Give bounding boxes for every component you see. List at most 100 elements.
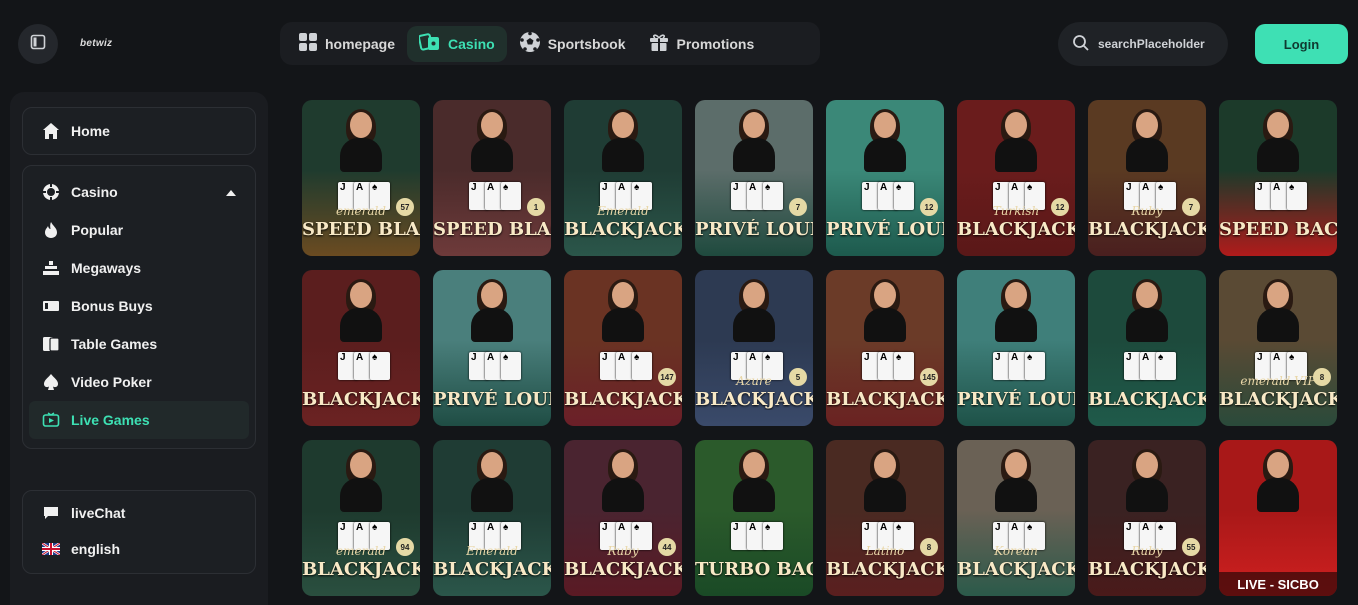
chevron-up-icon[interactable] xyxy=(225,184,237,200)
dealer-image xyxy=(469,109,515,172)
game-title: BLACKJACK xyxy=(957,559,1075,580)
sidebar-item-table-games[interactable]: Table Games xyxy=(23,325,255,363)
sidebar-item-megaways[interactable]: Megaways xyxy=(23,249,255,287)
game-tile[interactable]: J A ♠ BLACKJACK 147 xyxy=(564,270,682,426)
game-subtitle: Emerald xyxy=(466,544,518,558)
sidebar-footer-box: liveChat english xyxy=(22,490,256,574)
search-placeholder: searchPlaceholder xyxy=(1098,37,1205,51)
game-tile[interactable]: JA♠ SPEED BACCARAT xyxy=(1219,100,1337,256)
playing-cards-icon: J A ♠ xyxy=(993,352,1045,380)
game-tile[interactable]: J A ♠ Latino BLACKJACK 8 xyxy=(826,440,944,596)
game-title: BLACKJACK xyxy=(564,219,682,240)
dealer-image xyxy=(993,279,1039,342)
nav-promotions[interactable]: Promotions xyxy=(637,26,766,62)
game-title: BLACKJACK xyxy=(1088,389,1206,410)
sidebar-item-casino[interactable]: Casino xyxy=(23,173,255,211)
dealer-image xyxy=(1255,449,1301,512)
game-title: BLACKJACK xyxy=(302,389,420,410)
dealer-image xyxy=(862,449,908,512)
game-tile[interactable]: J A ♠ Ruby BLACKJACK 55 xyxy=(1088,440,1206,596)
game-title: BLACKJACK xyxy=(826,389,944,410)
player-count-badge: 7 xyxy=(789,198,807,216)
sidebar-item-popular[interactable]: Popular xyxy=(23,211,255,249)
main-nav: homepage Casino Sportsbook Promotions xyxy=(280,22,820,65)
flame-icon xyxy=(41,221,61,239)
sidebar-item-livechat[interactable]: liveChat xyxy=(23,495,255,531)
dealer-image xyxy=(731,109,777,172)
player-count-badge: 8 xyxy=(1313,368,1331,386)
language-selector[interactable]: english xyxy=(23,531,255,567)
dealer-image xyxy=(862,279,908,342)
sidebar-item-video-poker[interactable]: Video Poker xyxy=(23,363,255,401)
player-count-badge: 44 xyxy=(658,538,676,556)
game-tile[interactable]: JA♠ SPEED BLACKJACK 1 xyxy=(433,100,551,256)
player-count-badge: 145 xyxy=(920,368,938,386)
playing-cards-icon: J A ♠ xyxy=(469,182,521,210)
game-tile[interactable]: J A ♠ Korean BLACKJACK xyxy=(957,440,1075,596)
megaways-icon xyxy=(41,260,61,276)
brand-logo[interactable]: betwiz xyxy=(80,38,112,49)
game-tile[interactable]: JA♠ PRIVÉ LOUNGE BACCARAT xyxy=(433,270,551,426)
dealer-image xyxy=(469,279,515,342)
sidebar-toggle-button[interactable] xyxy=(18,24,58,64)
dealer-image xyxy=(1255,279,1301,342)
game-tile[interactable]: J A ♠ Emerald BLACKJACK xyxy=(433,440,551,596)
dealer-image xyxy=(1124,109,1170,172)
player-count-badge: 147 xyxy=(658,368,676,386)
game-title: PRIVÉ LOUNGE BLACKJACK xyxy=(957,389,1075,410)
sidebar-item-home[interactable]: Home xyxy=(23,112,255,150)
game-tile[interactable]: J A ♠ BLACKJACK xyxy=(1088,270,1206,426)
dealer-image xyxy=(469,449,515,512)
game-title: BLACKJACK xyxy=(564,389,682,410)
game-title: SPEED BLACKJACK xyxy=(433,219,551,240)
game-grid: JA♠emeraldSPEED BLACKJACK57 JA♠ SPEED BLAC… xyxy=(302,100,1337,596)
game-tile[interactable]: JA♠ PRIVÉ LOUNGE BLACKJACK xyxy=(957,270,1075,426)
bonus-buys-icon xyxy=(41,300,61,312)
game-tile[interactable]: J A ♠ Ruby BLACKJACK 7 xyxy=(1088,100,1206,256)
nav-casino[interactable]: Casino xyxy=(407,25,507,62)
sidebar: Home Casino Popular Megaways Bonus Buys … xyxy=(10,92,268,605)
sidebar-item-bonus-buys[interactable]: Bonus Buys xyxy=(23,287,255,325)
game-tile[interactable]: JA♠emeraldSPEED BLACKJACK57 xyxy=(302,100,420,256)
game-tile[interactable]: J A ♠ emerald VIP BLACKJACK 8 xyxy=(1219,270,1337,426)
game-title: BLACKJACK xyxy=(826,559,944,580)
dealer-image xyxy=(731,279,777,342)
dealer-image xyxy=(993,449,1039,512)
sidebar-item-label: liveChat xyxy=(71,505,126,521)
game-tile[interactable]: J A ♠ emerald BLACKJACK 94 xyxy=(302,440,420,596)
game-tile[interactable]: LIVE - SICBO xyxy=(1219,440,1337,596)
uk-flag-icon xyxy=(41,543,61,555)
search-input[interactable]: searchPlaceholder xyxy=(1058,22,1228,66)
gift-icon xyxy=(649,32,669,55)
soccer-ball-icon xyxy=(519,31,541,56)
nav-sportsbook[interactable]: Sportsbook xyxy=(507,26,638,62)
playing-cards-icon: J A ♠ xyxy=(338,352,390,380)
sidebar-item-label: Home xyxy=(71,123,110,139)
game-label: LIVE - SICBO xyxy=(1219,572,1337,596)
game-tile[interactable]: J A ♠ BLACKJACK xyxy=(302,270,420,426)
game-tile[interactable]: JA♠ PRIVÉ LOUNGE BLACKJACK 7 xyxy=(695,100,813,256)
nav-homepage[interactable]: homepage xyxy=(286,26,407,62)
sidebar-item-live-games[interactable]: Live Games xyxy=(29,401,249,439)
player-count-badge: 57 xyxy=(396,198,414,216)
game-tile[interactable]: J A ♠ Turkish BLACKJACK 12 xyxy=(957,100,1075,256)
game-tile[interactable]: J A ♠ Emerald BLACKJACK xyxy=(564,100,682,256)
game-title: BLACKJACK xyxy=(695,389,813,410)
game-tile[interactable]: J A ♠ Azure BLACKJACK 5 xyxy=(695,270,813,426)
login-button[interactable]: Login xyxy=(1255,24,1348,64)
sidebar-item-label: Live Games xyxy=(71,412,150,428)
sidebar-collapse-icon xyxy=(30,34,46,55)
cards-icon xyxy=(41,335,61,353)
player-count-badge: 12 xyxy=(1051,198,1069,216)
player-count-badge: 5 xyxy=(789,368,807,386)
nav-promotions-label: Promotions xyxy=(676,35,755,52)
dealer-image xyxy=(1255,109,1301,172)
sidebar-item-label: Bonus Buys xyxy=(71,298,153,314)
dealer-image xyxy=(338,279,384,342)
game-tile[interactable]: JA♠ PRIVÉ LOUNGE BLACKJACK 12 xyxy=(826,100,944,256)
game-tile[interactable]: J A ♠ Ruby BLACKJACK 44 xyxy=(564,440,682,596)
grid-icon xyxy=(298,32,318,55)
game-tile[interactable]: J A ♠ BLACKJACK 145 xyxy=(826,270,944,426)
game-tile[interactable]: JA♠ TURBO BACCARAT xyxy=(695,440,813,596)
player-count-badge: 55 xyxy=(1182,538,1200,556)
